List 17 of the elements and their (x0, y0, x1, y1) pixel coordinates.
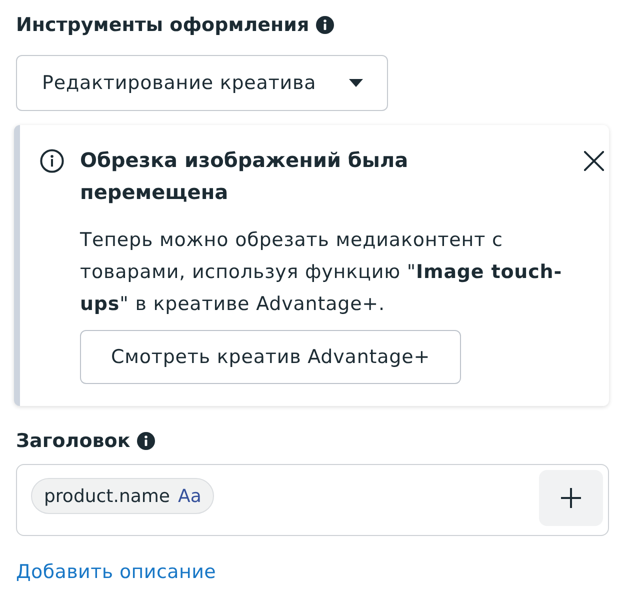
close-icon[interactable] (584, 151, 604, 171)
section-label: Инструменты оформления (16, 13, 310, 37)
caret-icon (349, 79, 363, 87)
add-description-link[interactable]: Добавить описание (16, 559, 216, 585)
plus-icon (561, 488, 581, 508)
add-button[interactable] (539, 470, 603, 526)
dropdown-button[interactable]: Редактирование креатива (16, 55, 388, 111)
notice-title: Обрезка изображений была перемещена (80, 147, 410, 206)
notice-text: Теперь можно обрезать медиаконтент с товарами, используя функцию "Image touch-ups" в креативе Advantage+. (80, 228, 563, 317)
info-icon (40, 149, 64, 173)
format-toggle[interactable]: Aa (178, 486, 202, 506)
info-icon[interactable] (137, 432, 156, 450)
token-name: product.name (44, 486, 170, 506)
view-creative-button[interactable]: Смотреть креатив Advantage+ (80, 330, 461, 384)
info-icon[interactable] (316, 16, 334, 34)
section-label: Заголовок (16, 429, 130, 453)
headline-field[interactable]: product.name Aa (16, 464, 609, 536)
